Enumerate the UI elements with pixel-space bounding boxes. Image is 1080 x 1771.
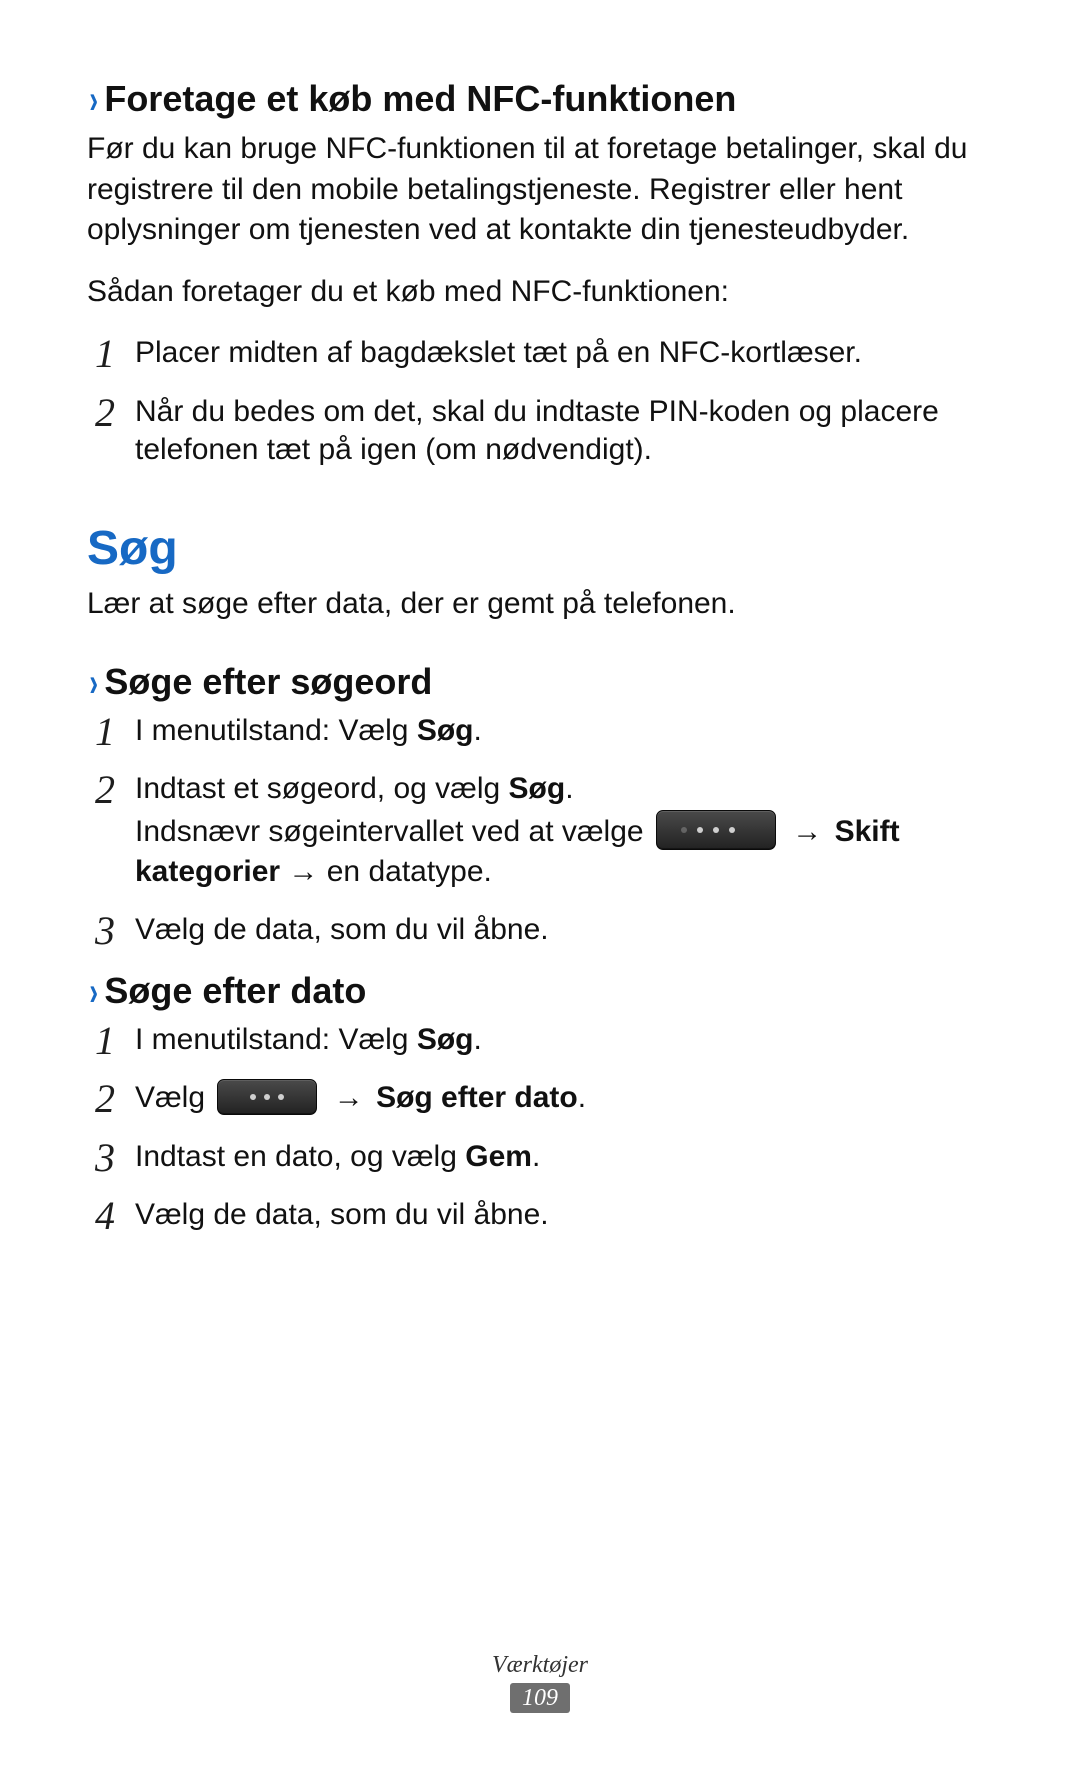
chevron-icon: › [89, 663, 98, 703]
step-text: Indtast en dato, og vælg Gem. [135, 1140, 540, 1173]
step-number: 3 [85, 905, 125, 956]
list-item: 1 I menutilstand: Vælg Søg. [87, 712, 998, 750]
step-number: 1 [85, 706, 125, 757]
list-item: 4 Vælg de data, som du vil åbne. [87, 1196, 998, 1234]
heading-search: Søg [87, 521, 998, 576]
page-footer: Værktøjer 109 [0, 1652, 1080, 1713]
heading-nfc-purchase: ›Foretage et køb med NFC-funktionen [87, 78, 998, 119]
list-item: 2 Indtast et søgeord, og vælg Søg. Indsn… [87, 770, 998, 891]
heading-search-date: ›Søge efter dato [87, 970, 998, 1011]
step-number: 4 [85, 1190, 125, 1241]
search-date-steps: 1 I menutilstand: Vælg Søg. 2 Vælg → Søg… [87, 1021, 998, 1235]
list-item: 1 I menutilstand: Vælg Søg. [87, 1021, 998, 1059]
step-number: 2 [85, 387, 125, 438]
step-text: I menutilstand: Vælg Søg. [135, 714, 482, 747]
step-text: Placer midten af bagdækslet tæt på en NF… [135, 336, 862, 369]
search-keyword-steps: 1 I menutilstand: Vælg Søg. 2 Indtast et… [87, 712, 998, 950]
list-item: 3 Indtast en dato, og vælg Gem. [87, 1138, 998, 1176]
search-intro: Lær at søge efter data, der er gemt på t… [87, 584, 998, 624]
list-item: 1 Placer midten af bagdækslet tæt på en … [87, 334, 998, 372]
chevron-icon: › [89, 972, 98, 1012]
list-item: 2 Når du bedes om det, skal du indtaste … [87, 393, 998, 470]
heading-search-keyword-text: Søge efter søgeord [104, 661, 432, 702]
step-number: 1 [85, 1015, 125, 1066]
list-item: 3 Vælg de data, som du vil åbne. [87, 911, 998, 949]
step-text: Når du bedes om det, skal du indtaste PI… [135, 395, 939, 466]
step-text: Indtast et søgeord, og vælg Søg. [135, 772, 574, 805]
step-text: Vælg de data, som du vil åbne. [135, 1198, 549, 1231]
step-number: 1 [85, 328, 125, 379]
step-text: Vælg de data, som du vil åbne. [135, 913, 549, 946]
heading-search-keyword: ›Søge efter søgeord [87, 661, 998, 702]
heading-nfc-purchase-text: Foretage et køb med NFC-funktionen [104, 78, 736, 119]
step-number: 3 [85, 1132, 125, 1183]
chevron-icon: › [89, 80, 98, 120]
page-number: 109 [510, 1683, 570, 1713]
more-icon [217, 1079, 317, 1115]
list-item: 2 Vælg → Søg efter dato. [87, 1079, 998, 1117]
nfc-intro-2: Sådan foretager du et køb med NFC-funkti… [87, 272, 998, 312]
nfc-intro-1: Før du kan bruge NFC-funktionen til at f… [87, 129, 998, 250]
nfc-steps: 1 Placer midten af bagdækslet tæt på en … [87, 334, 998, 469]
step-subtext: Indsnævr søgeintervallet ved at vælge → … [135, 813, 998, 891]
footer-section-label: Værktøjer [0, 1652, 1080, 1679]
step-number: 2 [85, 1073, 125, 1124]
heading-search-date-text: Søge efter dato [104, 970, 366, 1011]
step-number: 2 [85, 764, 125, 815]
more-icon [656, 810, 776, 850]
manual-page: ›Foretage et køb med NFC-funktionen Før … [0, 0, 1080, 1771]
step-text: Vælg → Søg efter dato. [135, 1081, 586, 1114]
step-text: I menutilstand: Vælg Søg. [135, 1023, 482, 1056]
